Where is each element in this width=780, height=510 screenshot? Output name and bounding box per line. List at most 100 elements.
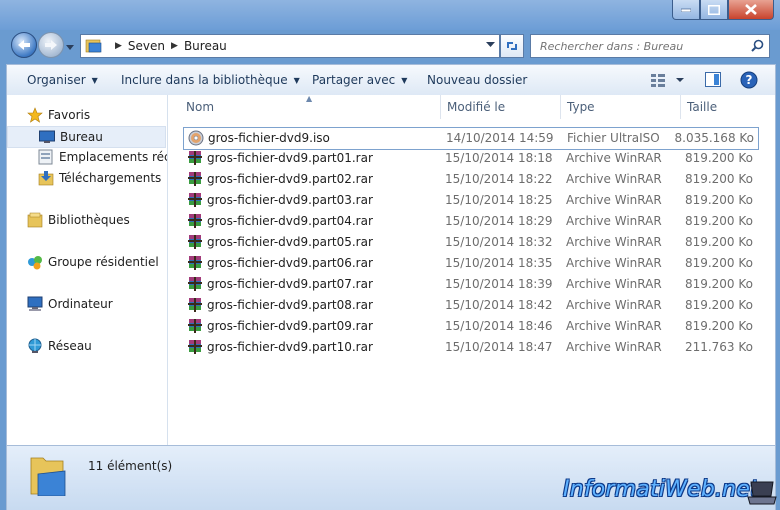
forward-button[interactable] (38, 32, 64, 58)
file-name: gros-fichier-dvd9.part10.rar (207, 340, 373, 354)
preview-pane-button[interactable] (705, 72, 722, 91)
breadcrumb-item-seven[interactable]: Seven (128, 39, 165, 53)
file-type: Archive WinRAR (566, 193, 662, 207)
svg-text:?: ? (746, 73, 753, 87)
file-row[interactable]: gros-fichier-dvd9.part10.rar 15/10/2014 1… (183, 337, 757, 358)
file-size: 819.200 Ko (684, 298, 753, 312)
file-name: gros-fichier-dvd9.part06.rar (207, 256, 373, 270)
winrar-icon (187, 339, 203, 355)
file-name: gros-fichier-dvd9.part07.rar (207, 277, 373, 291)
close-button[interactable] (728, 0, 774, 20)
column-header-size[interactable]: Taille (687, 95, 717, 119)
winrar-icon (187, 150, 203, 166)
column-header-label: Modifié le (447, 100, 506, 114)
file-row[interactable]: gros-fichier-dvd9.part07.rar 15/10/2014 1… (183, 274, 757, 295)
laptop-icon (747, 481, 777, 505)
file-row[interactable]: gros-fichier-dvd9.part04.rar 15/10/2014 1… (183, 211, 757, 232)
file-modified: 15/10/2014 18:46 (445, 319, 553, 333)
sidebar-item-recent-places[interactable]: Emplacements récents (38, 147, 167, 167)
file-row[interactable]: gros-fichier-dvd9.part03.rar 15/10/2014 1… (183, 190, 757, 211)
refresh-button[interactable] (500, 34, 524, 58)
file-modified: 15/10/2014 18:42 (445, 298, 553, 312)
column-divider[interactable] (440, 95, 441, 119)
file-row[interactable]: gros-fichier-dvd9.part08.rar 15/10/2014 1… (183, 295, 757, 316)
share-with-button[interactable]: Partager avec ▼ (312, 65, 407, 96)
file-modified: 15/10/2014 18:29 (445, 214, 553, 228)
minimize-icon (681, 8, 691, 12)
file-size: 819.200 Ko (684, 235, 753, 249)
sidebar-item-downloads[interactable]: Téléchargements (38, 168, 161, 188)
file-row[interactable]: gros-fichier-dvd9.part01.rar 15/10/2014 1… (183, 148, 757, 169)
caption-buttons (672, 0, 774, 20)
back-button[interactable] (11, 32, 37, 58)
help-icon: ? (740, 71, 758, 89)
search-icon[interactable] (751, 39, 764, 52)
chevron-down-icon (66, 45, 74, 50)
sidebar-item-desktop[interactable]: Bureau (7, 126, 166, 148)
search-box[interactable] (530, 34, 770, 58)
file-size: 819.200 Ko (684, 256, 753, 270)
sidebar-item-label: Emplacements récents (59, 150, 167, 164)
address-bar[interactable]: ▶ Seven ▶ Bureau (80, 34, 500, 58)
file-name: gros-fichier-dvd9.part09.rar (207, 319, 373, 333)
search-input[interactable] (538, 38, 752, 54)
change-view-button[interactable] (650, 72, 686, 91)
chevron-down-icon: ▼ (293, 76, 300, 85)
explorer-window: ▶ Seven ▶ Bureau Organiser▼ I (0, 0, 780, 510)
column-header-name[interactable]: Nom (186, 95, 214, 119)
sidebar-item-favorites[interactable]: Favoris (27, 105, 90, 125)
file-row[interactable]: gros-fichier-dvd9.part09.rar 15/10/2014 1… (183, 316, 757, 337)
title-bar[interactable] (0, 0, 780, 30)
recent-places-icon (38, 149, 54, 165)
pane-splitter[interactable] (167, 95, 168, 445)
column-header-modified[interactable]: Modifié le (447, 95, 505, 119)
folder-icon (30, 457, 66, 496)
file-type: Archive WinRAR (566, 256, 662, 270)
breadcrumb-item-bureau[interactable]: Bureau (184, 39, 227, 53)
column-header-label: Type (567, 100, 595, 114)
new-folder-button[interactable]: Nouveau dossier (427, 65, 527, 96)
breadcrumb-arrow-icon[interactable]: ▶ (115, 41, 122, 51)
sidebar-item-computer[interactable]: Ordinateur (27, 294, 113, 314)
sidebar-item-label: Bibliothèques (48, 213, 130, 227)
winrar-icon (187, 276, 203, 292)
column-header-type[interactable]: Type (567, 95, 595, 119)
sidebar-item-homegroup[interactable]: Groupe résidentiel (27, 252, 159, 272)
file-type: Fichier UltraISO (567, 131, 660, 145)
organize-button[interactable]: Organiser ▼ (27, 65, 98, 96)
view-icon (651, 74, 684, 87)
maximize-button[interactable] (700, 0, 728, 20)
chevron-down-icon[interactable] (486, 42, 495, 48)
winrar-icon (187, 297, 203, 313)
include-in-library-button[interactable]: Inclure dans la bibliothèque ▼ (121, 65, 300, 96)
file-type: Archive WinRAR (566, 235, 662, 249)
file-row[interactable]: gros-fichier-dvd9.part06.rar 15/10/2014 1… (183, 253, 757, 274)
sidebar-item-label: Réseau (48, 339, 92, 353)
file-size: 819.200 Ko (684, 319, 753, 333)
maximize-icon (708, 4, 720, 15)
winrar-icon (187, 213, 203, 229)
sidebar-item-network[interactable]: Réseau (27, 336, 92, 356)
minimize-button[interactable] (672, 0, 700, 20)
winrar-icon (187, 234, 203, 250)
breadcrumb-arrow-icon[interactable]: ▶ (171, 41, 178, 51)
file-size: 819.200 Ko (684, 193, 753, 207)
file-name: gros-fichier-dvd9.part04.rar (207, 214, 373, 228)
file-row[interactable]: gros-fichier-dvd9.iso 14/10/2014 14:59 Fic… (183, 127, 759, 150)
file-name: gros-fichier-dvd9.part08.rar (207, 298, 373, 312)
column-divider[interactable] (560, 95, 561, 119)
help-button[interactable]: ? (740, 71, 758, 92)
file-row[interactable]: gros-fichier-dvd9.part05.rar 15/10/2014 1… (183, 232, 757, 253)
file-modified: 15/10/2014 18:18 (445, 151, 553, 165)
sort-ascending-icon: ▲ (306, 94, 313, 103)
recent-pages-button[interactable] (66, 40, 74, 50)
file-row[interactable]: gros-fichier-dvd9.part02.rar 15/10/2014 1… (183, 169, 757, 190)
main-content: Favoris Bureau Emplacements récents Té (6, 94, 776, 445)
computer-icon (27, 296, 43, 312)
file-type: Archive WinRAR (566, 151, 662, 165)
sidebar-item-libraries[interactable]: Bibliothèques (27, 210, 130, 230)
column-divider[interactable] (680, 95, 681, 119)
arrow-right-icon (45, 40, 57, 50)
file-name: gros-fichier-dvd9.iso (208, 131, 330, 145)
sidebar-item-label: Téléchargements (59, 171, 162, 185)
